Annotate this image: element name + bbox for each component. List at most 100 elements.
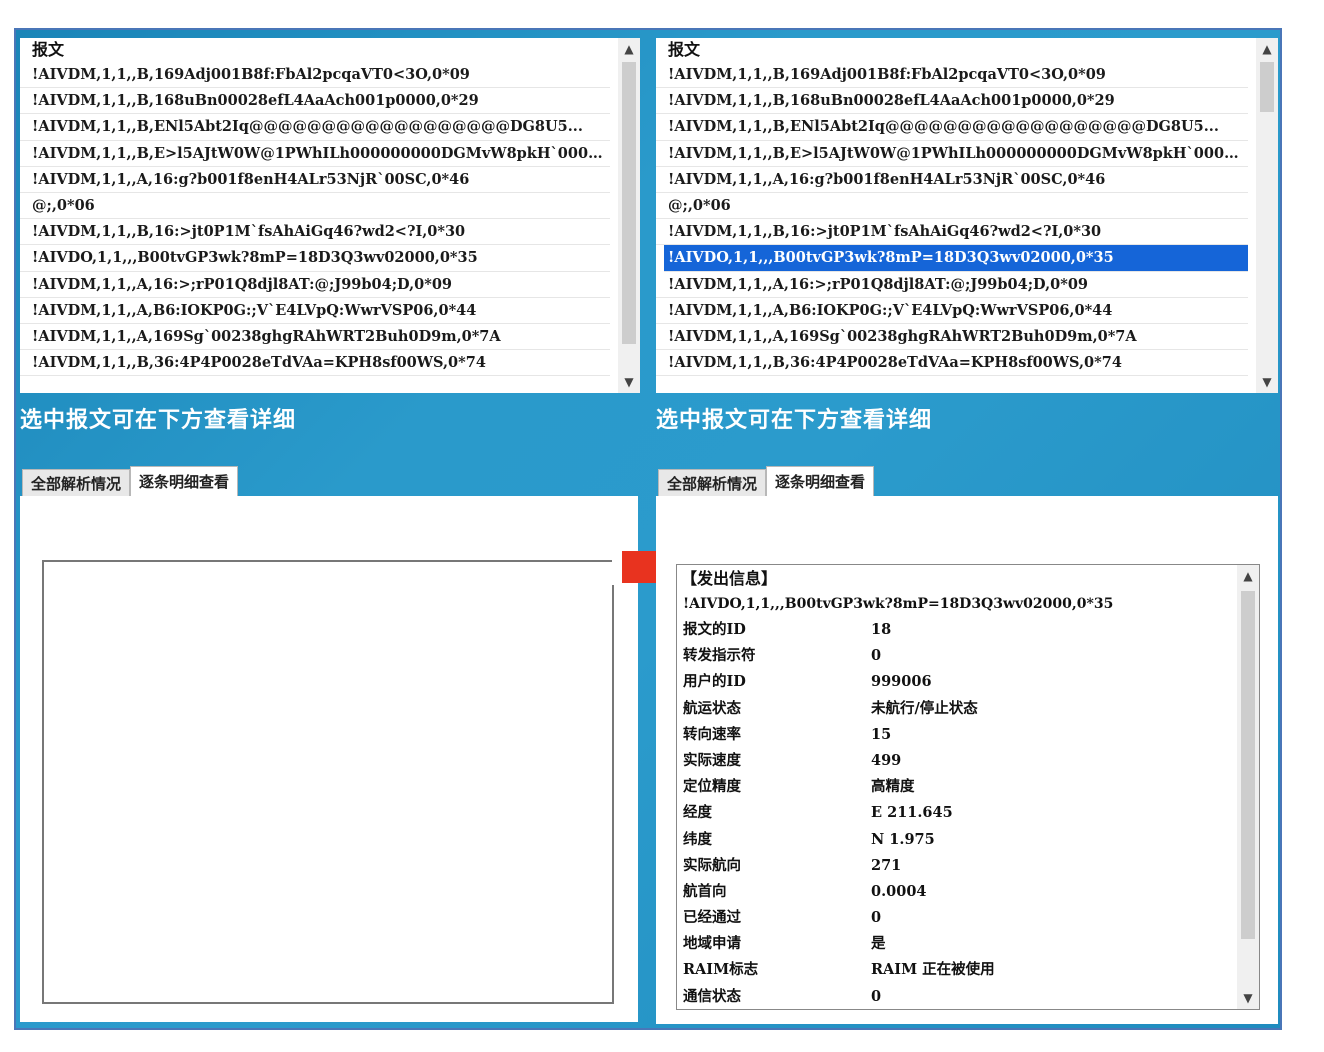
detail-field-row: 纬度 N 1.975 xyxy=(677,827,1259,853)
detail-field-row: 实际速度 499 xyxy=(677,748,1259,774)
field-value: 999006 xyxy=(871,673,932,691)
field-value: 499 xyxy=(871,751,902,769)
list-item[interactable]: !AIVDM,1,1,,A,16:g?b001f8enH4ALr53NjR`00… xyxy=(656,167,1248,193)
field-value: N 1.975 xyxy=(871,830,935,848)
scroll-up-icon[interactable]: ▲ xyxy=(1256,38,1278,60)
field-label: 实际速度 xyxy=(683,751,741,769)
scroll-down-icon[interactable]: ▼ xyxy=(618,371,640,393)
message-list[interactable]: 报文 !AIVDM,1,1,,B,169Adj001B8f:FbAl2pcqaV… xyxy=(20,38,640,393)
detail-field-row: 定位精度 高精度 xyxy=(677,774,1259,800)
instruction-caption: 选中报文可在下方查看详细 xyxy=(20,407,297,433)
right-pane: 报文 !AIVDM,1,1,,B,169Adj001B8f:FbAl2pcqaV… xyxy=(652,30,1282,1030)
list-item[interactable]: @;,0*06 xyxy=(20,193,610,220)
list-item[interactable]: @;,0*06 xyxy=(656,193,1248,220)
tab-all-analysis[interactable]: 全部解析情况 xyxy=(658,469,767,498)
detail-raw-message: !AIVDO,1,1,,,B00tvGP3wk?8mP=18D3Q3wv0200… xyxy=(683,596,1114,612)
list-item[interactable]: !AIVDM,1,1,,A,16:>;rP01Q8djl8AT:@;J99b04… xyxy=(20,272,610,298)
field-value: E 211.645 xyxy=(871,804,953,822)
field-label: 实际航向 xyxy=(683,856,741,874)
field-label: 转向速率 xyxy=(683,725,741,743)
detail-field-row: 经度 E 211.645 xyxy=(677,800,1259,826)
tab-content xyxy=(20,496,638,1022)
message-list[interactable]: 报文 !AIVDM,1,1,,B,169Adj001B8f:FbAl2pcqaV… xyxy=(656,38,1278,393)
tab-bar: 全部解析情况 逐条明细查看 xyxy=(658,466,875,498)
field-value: 未航行/停止状态 xyxy=(871,699,978,717)
list-item[interactable]: !AIVDM,1,1,,A,B6:IOKP0G:;V`E4LVpQ:WwrVSP… xyxy=(20,298,610,324)
list-item[interactable]: !AIVDM,1,1,,A,169Sg`00238ghgRAhWRT2Buh0D… xyxy=(20,324,610,351)
field-value: 0 xyxy=(871,647,882,665)
list-item[interactable]: !AIVDM,1,1,,B,ENl5Abt2Iq@@@@@@@@@@@@@@@@… xyxy=(20,114,610,141)
detail-field-row: 已经通过 0 xyxy=(677,905,1259,931)
detail-textbox[interactable] xyxy=(42,560,614,1004)
list-item[interactable]: !AIVDM,1,1,,B,E>l5AJtW0W@1PWhILh00000000… xyxy=(20,141,610,167)
vertical-scrollbar[interactable]: ▲ ▼ xyxy=(1256,38,1278,393)
list-header: 报文 xyxy=(32,40,65,59)
list-item[interactable]: !AIVDM,1,1,,B,169Adj001B8f:FbAl2pcqaVT0<… xyxy=(20,62,610,89)
detail-field-row: 航首向 0.0004 xyxy=(677,879,1259,905)
field-label: 用户的ID xyxy=(683,673,746,691)
field-value: 271 xyxy=(871,856,902,874)
field-value: 0 xyxy=(871,987,882,1005)
tab-all-analysis[interactable]: 全部解析情况 xyxy=(22,469,131,498)
detail-field-row: 转发指示符 0 xyxy=(677,643,1259,669)
detail-header: 【发出信息】 xyxy=(681,569,778,588)
scroll-up-icon[interactable]: ▲ xyxy=(618,38,640,60)
field-label: 航运状态 xyxy=(683,699,741,717)
field-value: 15 xyxy=(871,725,892,743)
field-value: 18 xyxy=(871,621,892,638)
field-value: 高精度 xyxy=(871,778,915,796)
list-header: 报文 xyxy=(668,40,701,59)
field-value: 0 xyxy=(871,909,882,927)
tab-content: 【发出信息】 !AIVDO,1,1,,,B00tvGP3wk?8mP=18D3Q… xyxy=(656,496,1278,1024)
field-label: 经度 xyxy=(683,804,712,822)
list-item[interactable]: !AIVDM,1,1,,A,B6:IOKP0G:;V`E4LVpQ:WwrVSP… xyxy=(656,298,1248,324)
field-label: 纬度 xyxy=(683,830,712,848)
scroll-down-icon[interactable]: ▼ xyxy=(1237,987,1259,1009)
list-item[interactable]: !AIVDO,1,1,,,B00tvGP3wk?8mP=18D3Q3wv0200… xyxy=(664,245,1248,272)
list-item[interactable]: !AIVDM,1,1,,B,169Adj001B8f:FbAl2pcqaVT0<… xyxy=(656,62,1248,89)
instruction-caption: 选中报文可在下方查看详细 xyxy=(656,407,933,433)
detail-field-row: 用户的ID 999006 xyxy=(677,669,1259,695)
field-value: 0.0004 xyxy=(871,882,927,900)
detail-field-row: 转向速率 15 xyxy=(677,722,1259,748)
vertical-scrollbar[interactable]: ▲ ▼ xyxy=(1237,565,1259,1009)
vertical-scrollbar[interactable]: ▲ ▼ xyxy=(618,38,640,393)
field-label: 地域申请 xyxy=(683,935,741,953)
list-item[interactable]: !AIVDM,1,1,,B,36:4P4P0028eTdVAa=KPH8sf00… xyxy=(20,350,610,377)
scroll-thumb[interactable] xyxy=(622,62,636,344)
list-item[interactable]: !AIVDM,1,1,,B,36:4P4P0028eTdVAa=KPH8sf00… xyxy=(656,350,1248,377)
field-label: RAIM标志 xyxy=(683,961,759,979)
list-item[interactable]: !AIVDM,1,1,,A,16:>;rP01Q8djl8AT:@;J99b04… xyxy=(656,272,1248,298)
app-frame: 报文 !AIVDM,1,1,,B,169Adj001B8f:FbAl2pcqaV… xyxy=(14,28,1282,1030)
field-label: 定位精度 xyxy=(683,778,741,796)
scroll-thumb[interactable] xyxy=(1260,62,1274,112)
list-item[interactable]: !AIVDM,1,1,,B,16:>jt0P1M`fsAhAiGq46?wd2<… xyxy=(20,219,610,246)
field-label: 航首向 xyxy=(683,882,727,900)
list-item[interactable]: !AIVDM,1,1,,A,169Sg`00238ghgRAhWRT2Buh0D… xyxy=(656,324,1248,351)
list-item[interactable]: !AIVDO,1,1,,,B00tvGP3wk?8mP=18D3Q3wv0200… xyxy=(20,245,610,272)
field-value: RAIM 正在被使用 xyxy=(871,961,995,979)
list-item[interactable]: !AIVDM,1,1,,B,E>l5AJtW0W@1PWhILh00000000… xyxy=(656,141,1248,167)
tab-bar: 全部解析情况 逐条明细查看 xyxy=(22,466,239,498)
list-item[interactable]: !AIVDM,1,1,,B,168uBn00028efL4AaAch001p00… xyxy=(20,88,610,115)
scroll-up-icon[interactable]: ▲ xyxy=(1237,565,1259,587)
scroll-thumb[interactable] xyxy=(1241,591,1255,939)
tab-item-detail[interactable]: 逐条明细查看 xyxy=(766,466,875,498)
list-item[interactable]: !AIVDM,1,1,,B,16:>jt0P1M`fsAhAiGq46?wd2<… xyxy=(656,219,1248,246)
tab-item-detail[interactable]: 逐条明细查看 xyxy=(130,466,239,498)
list-item[interactable]: !AIVDM,1,1,,A,16:g?b001f8enH4ALr53NjR`00… xyxy=(20,167,610,193)
list-item[interactable]: !AIVDM,1,1,,B,168uBn00028efL4AaAch001p00… xyxy=(656,88,1248,115)
detail-field-row: 通信状态 0 xyxy=(677,984,1259,1009)
field-label: 通信状态 xyxy=(683,987,741,1005)
field-label: 已经通过 xyxy=(683,909,741,927)
detail-textbox[interactable]: 【发出信息】 !AIVDO,1,1,,,B00tvGP3wk?8mP=18D3Q… xyxy=(676,564,1260,1010)
list-item[interactable]: !AIVDM,1,1,,B,ENl5Abt2Iq@@@@@@@@@@@@@@@@… xyxy=(656,114,1248,141)
left-pane: 报文 !AIVDM,1,1,,B,169Adj001B8f:FbAl2pcqaV… xyxy=(16,30,642,1030)
scroll-down-icon[interactable]: ▼ xyxy=(1256,371,1278,393)
detail-field-row: RAIM标志 RAIM 正在被使用 xyxy=(677,957,1259,983)
field-label: 转发指示符 xyxy=(683,647,756,665)
detail-field-row: 地域申请 是 xyxy=(677,931,1259,957)
detail-field-row: 航运状态 未航行/停止状态 xyxy=(677,696,1259,722)
field-label: 报文的ID xyxy=(683,621,746,638)
detail-field-row: 报文的ID 18 xyxy=(677,617,1259,643)
